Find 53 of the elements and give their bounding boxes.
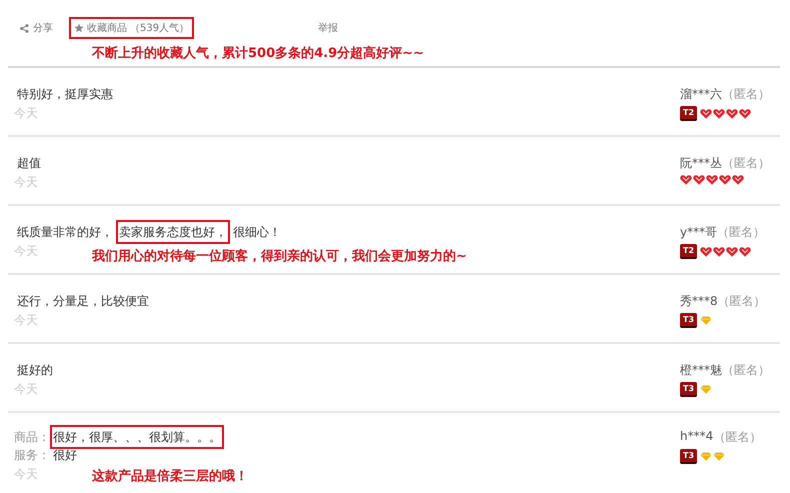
anonymous-label: （匿名） — [718, 293, 766, 310]
user-name[interactable]: 阮***丛 — [680, 155, 722, 172]
heart-icon — [739, 246, 751, 256]
anonymous-label: （匿名） — [722, 86, 770, 103]
user-name[interactable]: 溜***六 — [680, 86, 722, 103]
heart-icon — [706, 175, 718, 185]
heart-icon — [719, 175, 731, 185]
heart-icon — [713, 108, 725, 118]
share-icon — [20, 24, 29, 32]
heart-icon — [680, 175, 692, 185]
review-text: 卖家服务态度也好， — [116, 220, 230, 244]
anonymous-label: （匿名） — [713, 429, 762, 446]
field-label: 服务： — [14, 447, 50, 464]
level-badge: T3 — [680, 313, 697, 328]
review-text: 特别好，挺厚实惠 — [16, 86, 114, 103]
level-badge: T3 — [680, 449, 697, 464]
heart-icon — [739, 108, 751, 118]
field-label: 商品： — [14, 429, 50, 446]
diamond-icon — [713, 452, 725, 461]
heart-icon — [700, 108, 712, 118]
review-text: 挺好的 — [16, 362, 54, 379]
review-text: 很好 — [52, 447, 78, 464]
review-text: 很细心！ — [232, 224, 282, 241]
diamond-icon — [700, 385, 712, 394]
anonymous-label: （匿名） — [717, 224, 766, 241]
anonymous-label: （匿名） — [722, 155, 770, 172]
diamond-icon — [700, 452, 712, 461]
report-link[interactable]: 举报 — [318, 21, 338, 35]
annotation-text: 我们用心的对待每一位顾客，得到亲的认可，我们会更加努力的~ — [92, 248, 467, 265]
heart-icon — [700, 246, 712, 256]
user-name[interactable]: h***4 — [680, 429, 714, 446]
user-name[interactable]: y***哥 — [680, 224, 718, 241]
heart-icon — [713, 246, 725, 256]
level-badge: T2 — [680, 106, 697, 121]
level-badge: T2 — [680, 244, 697, 259]
annotation-text: 不断上升的收藏人气，累计500多条的4.9分超高好评~~ — [92, 44, 425, 62]
heart-icon — [693, 175, 705, 185]
user-name[interactable]: 橙***魅 — [680, 362, 722, 379]
collect-button[interactable]: 收藏商品 （539人气） — [69, 17, 194, 39]
star-icon — [74, 23, 84, 33]
heart-icon — [732, 175, 744, 185]
review-text: 纸质量非常的好， — [16, 224, 114, 241]
review-text: 还行，分量足，比较便宜 — [16, 293, 150, 310]
diamond-icon — [700, 316, 712, 325]
share-link[interactable]: 分享 — [20, 21, 53, 35]
annotation-text: 这款产品是倍柔三层的哦！ — [92, 468, 248, 485]
heart-icon — [726, 108, 738, 118]
user-name[interactable]: 秀***8 — [680, 293, 718, 310]
heart-icon — [726, 246, 738, 256]
review-text: 超值 — [16, 155, 42, 172]
anonymous-label: （匿名） — [722, 362, 770, 379]
review-text: 很好，很厚、、、很划算。。。 — [50, 425, 224, 449]
level-badge: T3 — [680, 382, 697, 397]
